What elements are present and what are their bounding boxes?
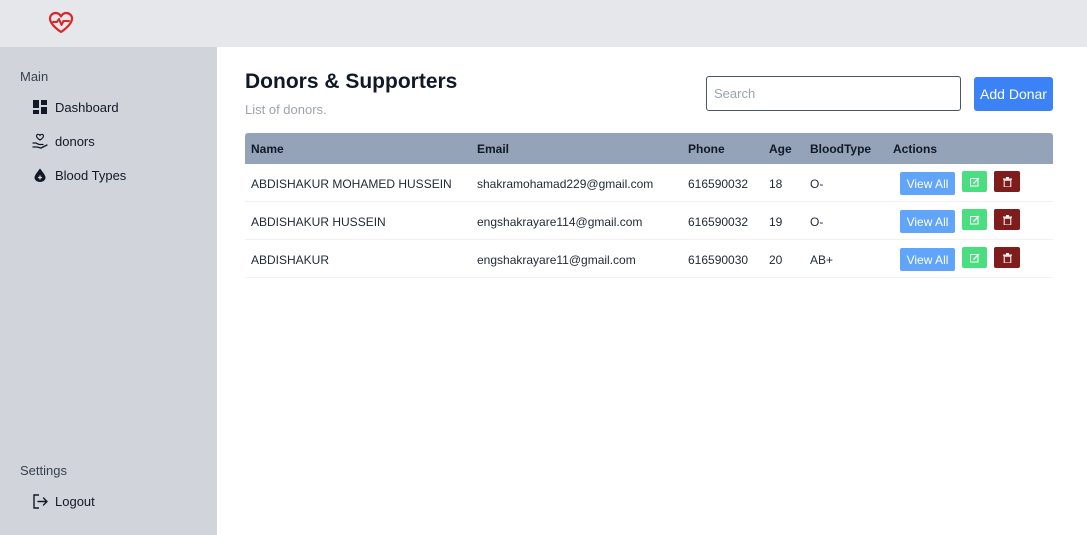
cell-name: ABDISHAKUR MOHAMED HUSSEIN <box>251 177 452 191</box>
delete-button[interactable] <box>994 209 1020 230</box>
edit-icon <box>969 253 979 262</box>
cell-bloodtype: O- <box>810 177 824 191</box>
logout-icon <box>32 493 48 509</box>
sidebar-item-label: Dashboard <box>55 99 119 115</box>
table-row: ABDISHAKUR MOHAMED HUSSEIN shakramohamad… <box>245 164 1053 202</box>
column-header-bloodtype: BloodType <box>810 142 872 156</box>
edit-button[interactable] <box>962 171 987 192</box>
column-header-actions: Actions <box>893 142 938 156</box>
view-all-button[interactable]: View All <box>900 210 955 233</box>
cell-email: engshakrayare11@gmail.com <box>477 253 636 267</box>
sidebar-heading-main: Main <box>20 69 49 84</box>
cell-phone: 616590032 <box>688 215 749 229</box>
sidebar: Main Dashboard donors Blood Types Settin… <box>0 47 217 535</box>
sidebar-item-label: Blood Types <box>55 167 127 183</box>
cell-email: engshakrayare114@gmail.com <box>477 215 643 229</box>
delete-button[interactable] <box>994 247 1020 268</box>
table-row: ABDISHAKUR engshakrayare11@gmail.com 616… <box>245 240 1053 278</box>
heart-pulse-icon[interactable] <box>48 11 74 35</box>
sidebar-item-dashboard[interactable]: Dashboard <box>32 96 119 118</box>
edit-button[interactable] <box>962 209 987 230</box>
sidebar-item-label: Logout <box>55 493 95 509</box>
dashboard-icon <box>32 99 48 115</box>
cell-name: ABDISHAKUR HUSSEIN <box>251 215 386 229</box>
trash-icon <box>1002 252 1012 263</box>
cell-phone: 616590030 <box>688 253 749 267</box>
cell-phone: 616590032 <box>688 177 749 191</box>
cell-age: 19 <box>769 215 783 229</box>
sidebar-item-donors[interactable]: donors <box>32 130 95 152</box>
trash-icon <box>1002 176 1012 187</box>
cell-age: 18 <box>769 177 783 191</box>
trash-icon <box>1002 214 1012 225</box>
hand-heart-icon <box>32 133 48 149</box>
cell-age: 20 <box>769 253 783 267</box>
column-header-email: Email <box>477 142 510 156</box>
search-input[interactable] <box>706 76 961 111</box>
view-all-button[interactable]: View All <box>900 172 955 195</box>
column-header-name: Name <box>251 142 284 156</box>
sidebar-item-blood-types[interactable]: Blood Types <box>32 164 126 186</box>
top-bar <box>0 0 1087 47</box>
cell-bloodtype: O- <box>810 215 824 229</box>
edit-icon <box>969 177 979 186</box>
edit-icon <box>969 215 979 224</box>
column-header-phone: Phone <box>688 142 725 156</box>
sidebar-item-logout[interactable]: Logout <box>32 490 95 512</box>
edit-button[interactable] <box>962 247 987 268</box>
sidebar-heading-settings: Settings <box>20 463 67 478</box>
delete-button[interactable] <box>994 171 1020 192</box>
page-subtitle: List of donors. <box>245 102 327 117</box>
view-all-button[interactable]: View All <box>900 248 955 271</box>
page-title: Donors & Supporters <box>245 70 458 93</box>
cell-bloodtype: AB+ <box>810 253 834 267</box>
cell-email: shakramohamad229@gmail.com <box>477 177 654 191</box>
cell-name: ABDISHAKUR <box>251 253 330 267</box>
table-row: ABDISHAKUR HUSSEIN engshakrayare114@gmai… <box>245 202 1053 240</box>
add-donor-button[interactable]: Add Donar <box>974 77 1053 111</box>
donors-table: Name Email Phone Age BloodType Actions A… <box>245 133 1053 278</box>
sidebar-item-label: donors <box>55 133 95 149</box>
column-header-age: Age <box>769 142 792 156</box>
blood-drop-icon <box>32 167 48 183</box>
table-header: Name Email Phone Age BloodType Actions <box>245 133 1053 164</box>
